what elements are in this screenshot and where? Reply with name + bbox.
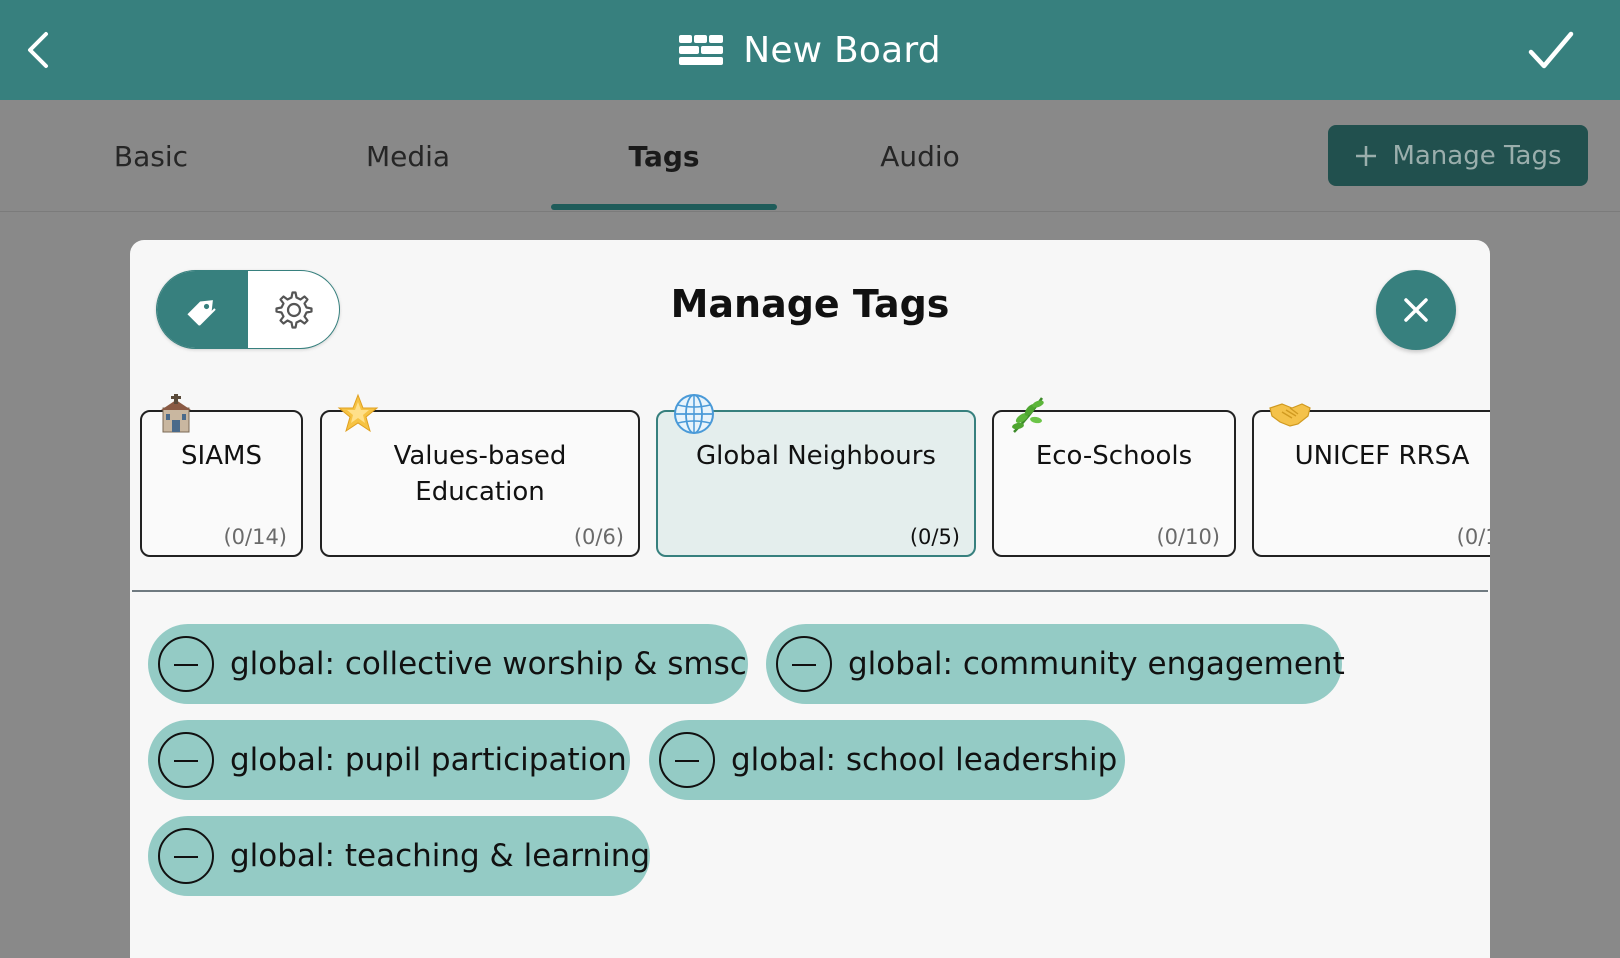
active-tab-indicator [551,204,777,210]
category-card-values-based-education[interactable]: Values-based Education (0/6) [320,393,640,557]
tag-chip-label: global: community engagement [848,646,1345,682]
globe-icon [674,394,714,434]
done-button[interactable] [1528,30,1574,72]
tab-media[interactable]: Media [295,100,521,212]
modal-title: Manage Tags [670,282,950,326]
category-count: (0/14) [223,525,287,549]
herb-icon [1012,397,1044,433]
checkmark-icon [1528,31,1574,69]
window-title: New Board [0,0,1620,100]
top-bar: New Board [0,0,1620,100]
category-name: SIAMS [181,441,262,471]
category-count: (0/18 [1456,525,1490,549]
minus-circle-icon[interactable] [158,828,214,884]
manage-tags-button[interactable]: Manage Tags [1328,125,1588,186]
tag-chip[interactable]: global: school leadership [649,720,1125,800]
category-card-siams[interactable]: SIAMS (0/14) [140,394,303,557]
category-name: UNICEF RRSA [1294,441,1470,471]
board-icon [679,35,724,65]
church-icon [161,394,191,433]
category-count: (0/5) [909,525,960,549]
category-count: (0/6) [573,525,624,549]
category-list: SIAMS (0/14) Values-based Education (0/6… [130,380,1490,560]
tag-chip[interactable]: global: pupil participation [148,720,630,800]
category-card-eco-schools[interactable]: Eco-Schools (0/10) [992,397,1236,557]
divider [132,590,1488,592]
minus-circle-icon[interactable] [158,732,214,788]
category-card-unicef-rrsa[interactable]: UNICEF RRSA (0/18 [1252,403,1490,557]
minus-circle-icon[interactable] [158,636,214,692]
tab-bar: Basic Media Tags Audio Manage Tags [0,100,1620,212]
tag-chip-label: global: school leadership [731,742,1118,778]
close-button[interactable] [1376,270,1456,350]
category-name: Values-based Education [393,441,567,507]
tag-chip-label: global: pupil participation [230,742,627,778]
tag-chip[interactable]: global: teaching & learning [148,816,650,896]
star-icon [337,393,379,433]
manage-tags-modal: Manage Tags SIAMS (0/14) Values-based Ed… [130,240,1490,958]
tab-basic[interactable]: Basic [38,100,264,212]
close-icon [1404,298,1428,322]
manage-tags-button-label: Manage Tags [1392,140,1562,171]
category-count: (0/10) [1156,525,1220,549]
back-button[interactable] [22,30,62,70]
plus-icon [1356,145,1377,166]
category-name: Eco-Schools [1035,441,1193,471]
tab-tags[interactable]: Tags [551,100,777,212]
page-title: New Board [743,29,941,71]
tab-audio[interactable]: Audio [807,100,1033,212]
category-name: Global Neighbours [696,441,936,471]
minus-circle-icon[interactable] [776,636,832,692]
handshake-icon [1269,403,1311,427]
tag-chip-label: global: collective worship & smsc [230,646,747,682]
chevron-left-icon [28,32,48,68]
tag-chip[interactable]: global: community engagement [766,624,1345,704]
category-card-global-neighbours[interactable]: Global Neighbours (0/5) [656,394,976,557]
tag-chip-label: global: teaching & learning [230,838,651,874]
minus-circle-icon[interactable] [659,732,715,788]
tag-chip[interactable]: global: collective worship & smsc [148,624,748,704]
